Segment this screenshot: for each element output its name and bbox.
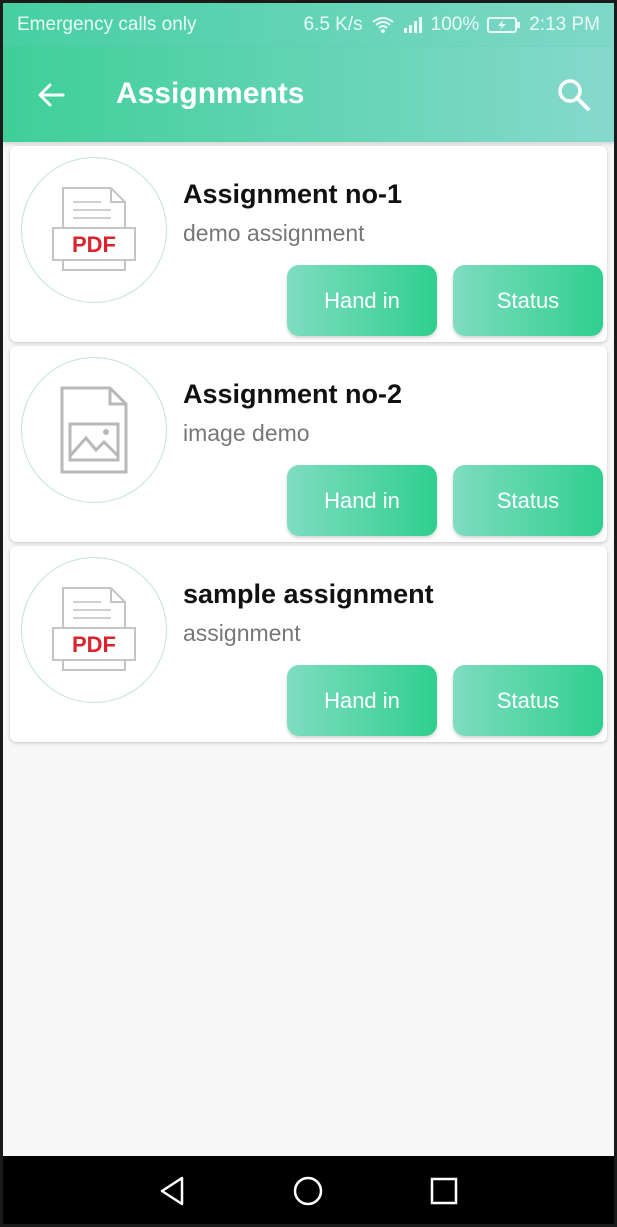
arrow-left-icon[interactable] (33, 77, 69, 113)
carrier-text: Emergency calls only (17, 14, 197, 35)
triangle-back-icon[interactable] (156, 1174, 190, 1208)
clock: 2:13 PM (529, 14, 600, 35)
assignment-card[interactable]: Assignment no-2 image demo Hand in Statu… (10, 346, 607, 542)
status-button[interactable]: Status (453, 265, 603, 336)
circle-home-icon[interactable] (291, 1174, 325, 1208)
status-indicators: 6.5 K/s 100% 2:13 PM (303, 14, 600, 36)
svg-text:PDF: PDF (72, 632, 116, 657)
pdf-file-icon: PDF (52, 587, 136, 671)
hand-in-button[interactable]: Hand in (287, 665, 437, 736)
battery-icon (487, 17, 521, 33)
status-bar: Emergency calls only 6.5 K/s 100% 2:13 P… (3, 3, 614, 47)
signal-icon (403, 17, 422, 33)
assignment-description: image demo (183, 420, 310, 446)
network-speed: 6.5 K/s (303, 14, 363, 35)
battery-percent: 100% (430, 14, 480, 35)
file-thumbnail: PDF (21, 157, 167, 303)
wifi-icon (372, 17, 394, 33)
assignment-title: sample assignment (183, 579, 434, 609)
pdf-file-icon: PDF (52, 187, 136, 271)
assignment-card[interactable]: PDF sample assignment assignment Hand in… (10, 546, 607, 742)
square-recents-icon[interactable] (427, 1174, 461, 1208)
phone-screen: Emergency calls only 6.5 K/s 100% 2:13 P… (0, 0, 617, 1227)
file-thumbnail: PDF (21, 557, 167, 703)
status-button[interactable]: Status (453, 665, 603, 736)
search-icon[interactable] (556, 77, 592, 113)
hand-in-button[interactable]: Hand in (287, 465, 437, 536)
assignment-description: assignment (183, 620, 301, 646)
hand-in-button[interactable]: Hand in (287, 265, 437, 336)
assignment-card[interactable]: PDF Assignment no-1 demo assignment Hand… (10, 146, 607, 342)
assignment-title: Assignment no-2 (183, 379, 403, 409)
assignment-list: PDF Assignment no-1 demo assignment Hand… (10, 146, 607, 746)
page-title: Assignments (116, 77, 305, 110)
assignment-description: demo assignment (183, 220, 365, 246)
app-bar: Assignments (3, 47, 614, 142)
svg-text:PDF: PDF (72, 232, 116, 257)
navigation-bar (3, 1156, 614, 1224)
assignment-title: Assignment no-1 (183, 179, 403, 209)
status-button[interactable]: Status (453, 465, 603, 536)
image-file-icon (60, 386, 128, 474)
file-thumbnail (21, 357, 167, 503)
